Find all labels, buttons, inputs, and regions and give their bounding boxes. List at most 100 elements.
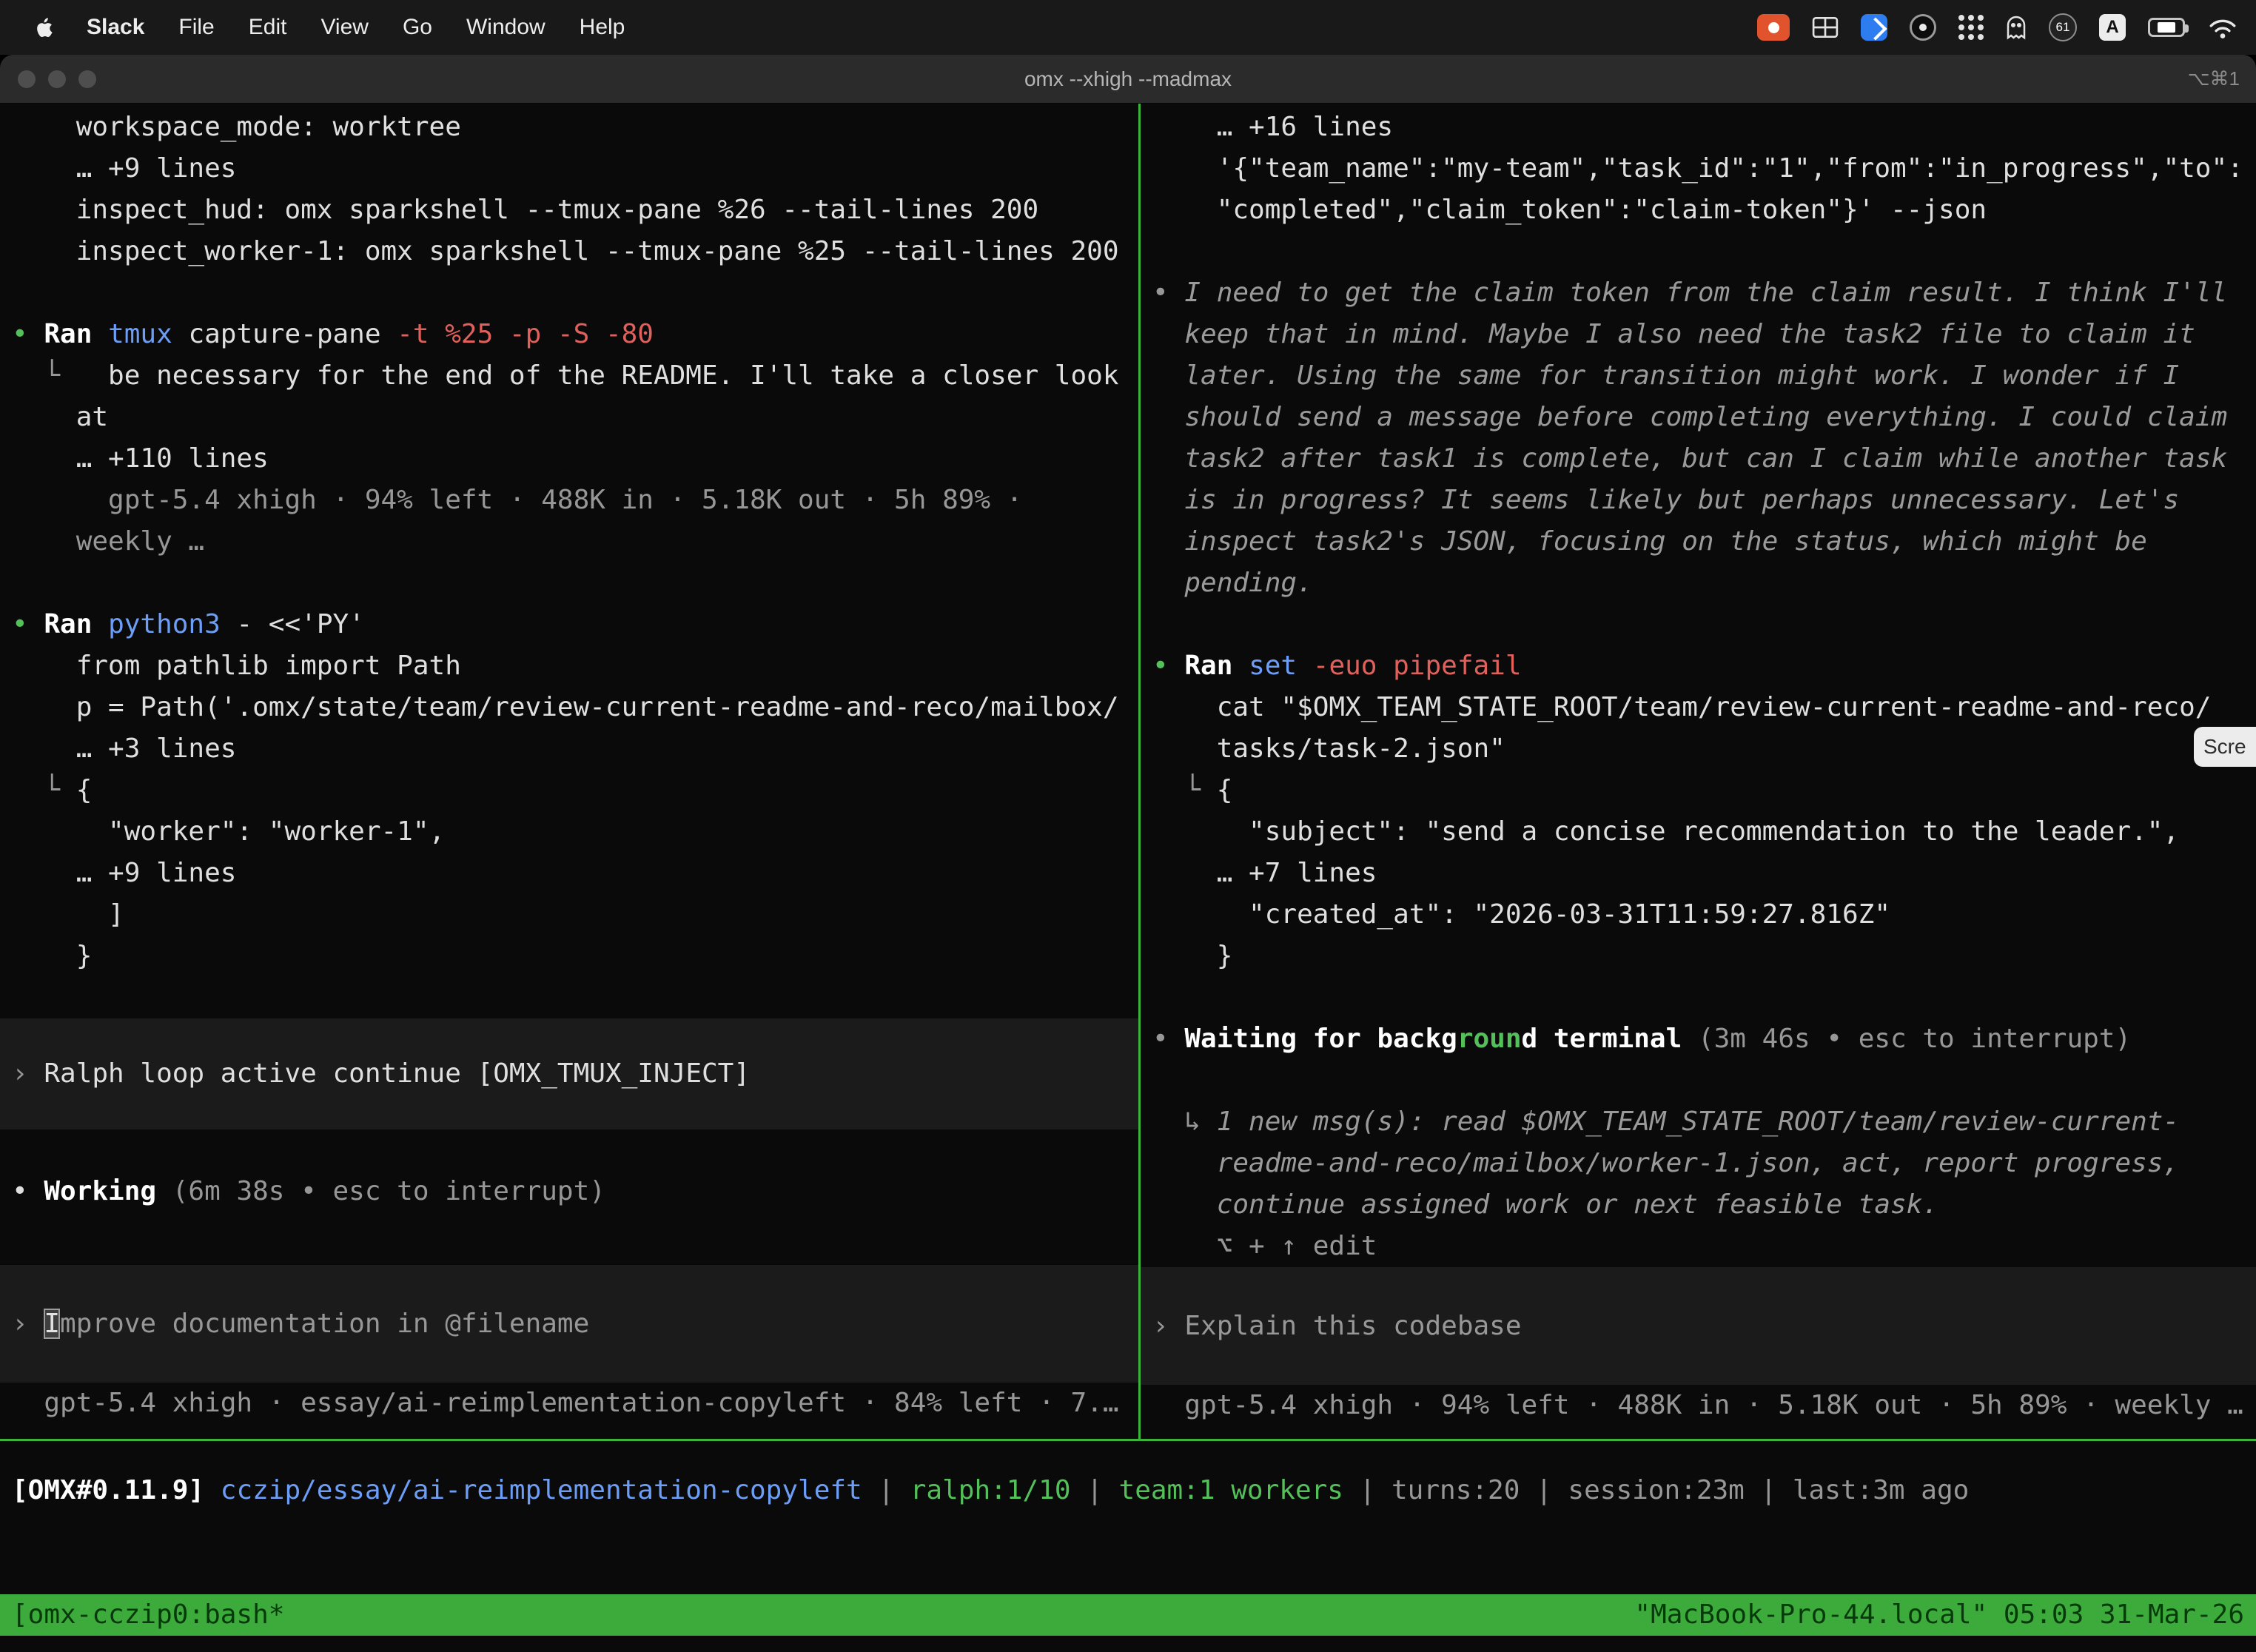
screen-share-overlay-label: Scre: [2203, 735, 2246, 759]
terminal-line: [1152, 604, 2256, 645]
terminal-line: [12, 272, 1138, 314]
terminal-line: inspect task2's JSON, focusing on the st…: [1152, 521, 2256, 563]
left-prompt-input[interactable]: › Improve documentation in @filename: [0, 1265, 1138, 1383]
tmux-pane-right[interactable]: … +16 lines '{"team_name":"my-team","tas…: [1141, 104, 2256, 1439]
terminal-line: › Explain this codebase: [1152, 1306, 1522, 1347]
terminal-line: }: [12, 936, 1138, 977]
title-bar[interactable]: omx --xhigh --madmax ⌥⌘1: [0, 55, 2256, 104]
terminal-line: tasks/task-2.json": [1152, 728, 2256, 770]
terminal-line: • Working (6m 38s • esc to interrupt): [12, 1171, 1138, 1212]
terminal-line: gpt-5.4 xhigh · essay/ai-reimplementatio…: [12, 1383, 1138, 1424]
omx-status-line: [OMX#0.11.9] cczip/essay/ai-reimplementa…: [12, 1470, 2247, 1511]
menu-help[interactable]: Help: [563, 0, 642, 55]
terminal-line: › Improve documentation in @filename: [12, 1303, 589, 1345]
terminal-line: gpt-5.4 xhigh · 94% left · 488K in · 5.1…: [1152, 1385, 2256, 1426]
terminal-line: readme-and-reco/mailbox/worker-1.json, a…: [1152, 1143, 2256, 1184]
terminal-line: • Ran tmux capture-pane -t %25 -p -S -80: [12, 314, 1138, 355]
terminal-line: … +9 lines: [12, 148, 1138, 189]
input-source-icon[interactable]: A: [2099, 14, 2126, 41]
terminal-line: "created_at": "2026-03-31T11:59:27.816Z": [1152, 894, 2256, 936]
terminal-line: at: [12, 397, 1138, 438]
terminal-line: › Ralph loop active continue [OMX_TMUX_I…: [12, 1053, 750, 1095]
terminal-line: • Ran set -euo pipefail: [1152, 645, 2256, 687]
terminal-line: gpt-5.4 xhigh · 94% left · 488K in · 5.1…: [12, 480, 1138, 521]
menu-view[interactable]: View: [303, 0, 385, 55]
terminal-line: ↳ 1 new msg(s): read $OMX_TEAM_STATE_ROO…: [1152, 1101, 2256, 1143]
ghost-icon[interactable]: [2006, 15, 2027, 40]
menu-edit[interactable]: Edit: [232, 0, 304, 55]
menu-file[interactable]: File: [161, 0, 231, 55]
blue-app-icon[interactable]: [1861, 14, 1887, 41]
terminal-line: task2 after task1 is complete, but can I…: [1152, 438, 2256, 480]
wifi-icon[interactable]: [2207, 16, 2238, 39]
terminal-line: pending.: [1152, 563, 2256, 604]
terminal-line: ⌥ + ↑ edit: [1152, 1226, 2256, 1267]
ralph-inject-banner: › Ralph loop active continue [OMX_TMUX_I…: [0, 1018, 1138, 1129]
terminal-line: cat "$OMX_TEAM_STATE_ROOT/team/review-cu…: [1152, 687, 2256, 728]
terminal-line: "subject": "send a concise recommendatio…: [1152, 811, 2256, 853]
terminal-line: └ {: [12, 770, 1138, 811]
app-menu-slack[interactable]: Slack: [70, 0, 161, 55]
menu-window[interactable]: Window: [449, 0, 563, 55]
terminal-line: └ {: [1152, 770, 2256, 811]
screen-share-overlay[interactable]: Scre: [2194, 727, 2256, 767]
terminal-window: omx --xhigh --madmax ⌥⌘1 workspace_mode:…: [0, 55, 2256, 1652]
battery-icon[interactable]: [2148, 18, 2185, 37]
stat-badge-icon[interactable]: 61: [2049, 13, 2077, 41]
terminal-line: [1152, 1060, 2256, 1101]
tmux-pane-left[interactable]: workspace_mode: worktree … +9 lines insp…: [0, 104, 1138, 1439]
terminal-line: [1152, 977, 2256, 1018]
terminal-line: "worker": "worker-1",: [12, 811, 1138, 853]
dark-circle-icon[interactable]: [1910, 14, 1936, 41]
terminal-line: • Waiting for background terminal (3m 46…: [1152, 1018, 2256, 1060]
window-shortcut: ⌥⌘1: [2188, 67, 2240, 90]
terminal-line: ]: [12, 894, 1138, 936]
close-button[interactable]: [18, 70, 36, 88]
terminal-line: [12, 1212, 1138, 1254]
left-model-status-line: gpt-5.4 xhigh · essay/ai-reimplementatio…: [12, 1383, 1138, 1424]
tmux-host-time-label: "MacBook-Pro-44.local" 05:03 31-Mar-26: [1634, 1594, 2244, 1636]
dots-grid-icon[interactable]: [1958, 15, 1984, 40]
terminal-line: [1152, 231, 2256, 272]
screen-recording-indicator-icon[interactable]: [1757, 14, 1790, 41]
terminal-line: }: [1152, 936, 2256, 977]
traffic-lights: [18, 55, 96, 103]
terminal-line: inspect_worker-1: omx sparkshell --tmux-…: [12, 231, 1138, 272]
tmux-status-bar: [omx-cczip0:bash* "MacBook-Pro-44.local"…: [0, 1594, 2256, 1636]
tmux-session-label: [omx-cczip0:bash*: [12, 1594, 284, 1636]
terminal-line: p = Path('.omx/state/team/review-current…: [12, 687, 1138, 728]
right-prompt-input[interactable]: › Explain this codebase: [1141, 1267, 2256, 1385]
terminal-line: [OMX#0.11.9] cczip/essay/ai-reimplementa…: [12, 1470, 2247, 1511]
terminal-line: … +16 lines: [1152, 107, 2256, 148]
terminal-line: • I need to get the claim token from the…: [1152, 272, 2256, 314]
terminal-line: from pathlib import Path: [12, 645, 1138, 687]
terminal-line: • Ran python3 - <<'PY': [12, 604, 1138, 645]
terminal-line: '{"team_name":"my-team","task_id":"1","f…: [1152, 148, 2256, 189]
menu-go[interactable]: Go: [386, 0, 449, 55]
right-scrollback: … +16 lines '{"team_name":"my-team","tas…: [1152, 107, 2256, 1267]
terminal-line: [12, 563, 1138, 604]
zoom-button[interactable]: [78, 70, 96, 88]
left-working-status: • Working (6m 38s • esc to interrupt): [12, 1129, 1138, 1254]
battery-fill: [2158, 22, 2175, 33]
terminal-line: keep that in mind. Maybe I also need the…: [1152, 314, 2256, 355]
terminal-line: … +9 lines: [12, 853, 1138, 894]
apple-menu-icon[interactable]: [30, 13, 59, 42]
terminal-line: … +110 lines: [12, 438, 1138, 480]
menu-bar: Slack File Edit View Go Window Help 61 A: [0, 0, 2256, 55]
terminal-line: inspect_hud: omx sparkshell --tmux-pane …: [12, 189, 1138, 231]
terminal-line: … +7 lines: [1152, 853, 2256, 894]
terminal-line: continue assigned work or next feasible …: [1152, 1184, 2256, 1226]
grid-table-icon[interactable]: [1812, 16, 1839, 38]
right-model-status-line: gpt-5.4 xhigh · 94% left · 488K in · 5.1…: [1152, 1385, 2256, 1426]
terminal-line: "completed","claim_token":"claim-token"}…: [1152, 189, 2256, 231]
window-title: omx --xhigh --madmax: [1024, 67, 1232, 91]
terminal-line: [12, 1129, 1138, 1171]
minimize-button[interactable]: [48, 70, 66, 88]
left-scrollback: workspace_mode: worktree … +9 lines insp…: [12, 107, 1138, 1018]
terminal-line: should send a message before completing …: [1152, 397, 2256, 438]
terminal-line: [12, 977, 1138, 1018]
terminal-line: weekly …: [12, 521, 1138, 563]
terminal-line: is in progress? It seems likely but perh…: [1152, 480, 2256, 521]
terminal-line: … +3 lines: [12, 728, 1138, 770]
